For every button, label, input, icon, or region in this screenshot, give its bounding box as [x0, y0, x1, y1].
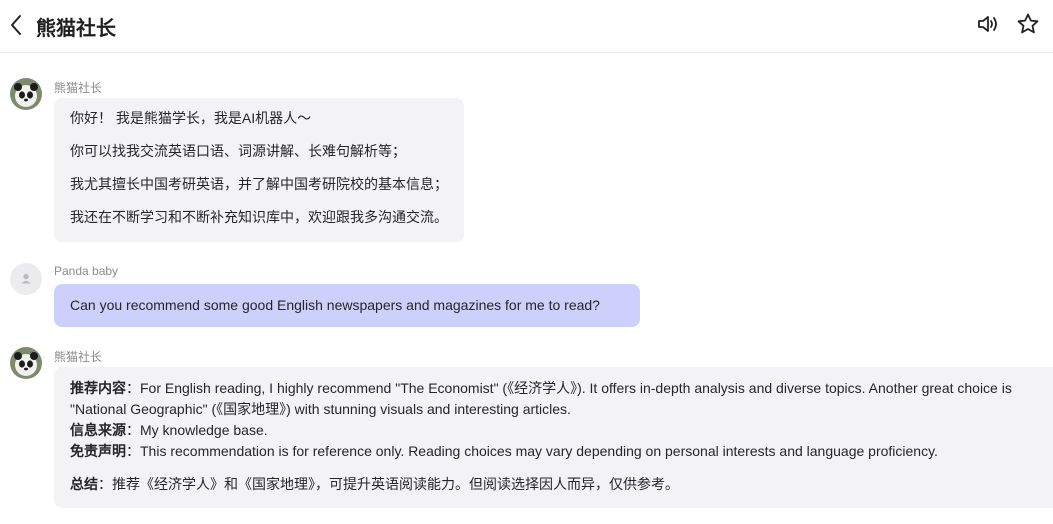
user-avatar	[10, 263, 42, 295]
message-line: 你可以找我交流英语口语、词源讲解、长难句解析等；	[70, 143, 406, 159]
message-line: 你好！ 我是熊猫学长，我是AI机器人～	[70, 110, 312, 126]
bot-message-bubble: 你好！ 我是熊猫学长，我是AI机器人～ 你可以找我交流英语口语、词源讲解、长难句…	[54, 98, 464, 242]
disclaimer-label: 免责声明	[70, 443, 126, 459]
sound-button[interactable]	[976, 12, 1000, 36]
user-message-bubble: Can you recommend some good English news…	[54, 284, 640, 327]
bot-avatar	[10, 78, 42, 110]
back-button[interactable]	[6, 12, 28, 38]
favorite-button[interactable]	[1016, 12, 1040, 36]
disclaimer-paragraph: 免责声明：This recommendation is for referenc…	[70, 443, 938, 459]
sender-name: 熊猫社长	[54, 81, 103, 95]
message-text: Can you recommend some good English news…	[70, 297, 600, 313]
sender-name: 熊猫社长	[54, 350, 103, 364]
source-text: My knowledge base.	[140, 422, 268, 438]
speaker-icon	[978, 16, 997, 32]
summary-paragraph: 总结：推荐《经济学人》和《国家地理》，可提升英语阅读能力。但阅读选择因人而异，仅…	[70, 476, 679, 492]
recommend-label: 推荐内容	[70, 380, 126, 396]
star-icon	[1017, 13, 1039, 34]
recommend-text: For English reading, I highly recommend …	[70, 380, 1012, 417]
sender-name: Panda baby	[54, 264, 119, 278]
bot-avatar	[10, 347, 42, 379]
disclaimer-text: This recommendation is for reference onl…	[140, 443, 938, 459]
summary-text: 推荐《经济学人》和《国家地理》，可提升英语阅读能力。但阅读选择因人而异，仅供参考…	[112, 476, 679, 492]
panda-avatar-icon	[10, 78, 42, 110]
page-title: 熊猫社长	[36, 18, 116, 40]
message-line: 我还在不断学习和不断补充知识库中，欢迎跟我多沟通交流。	[70, 209, 448, 225]
panda-avatar-icon	[10, 347, 42, 379]
message-line: 我尤其擅长中国考研英语，并了解中国考研院校的基本信息；	[70, 176, 448, 192]
user-silhouette-icon	[21, 273, 31, 284]
summary-label: 总结	[70, 476, 98, 492]
chevron-left-icon	[11, 15, 21, 35]
bot-message-bubble: 推荐内容：For English reading, I highly recom…	[54, 367, 1053, 508]
source-label: 信息来源	[70, 422, 126, 438]
source-paragraph: 信息来源：My knowledge base.	[70, 422, 268, 438]
chat-header: 熊猫社长	[0, 0, 1053, 53]
recommend-paragraph: 推荐内容：For English reading, I highly recom…	[70, 380, 1012, 417]
